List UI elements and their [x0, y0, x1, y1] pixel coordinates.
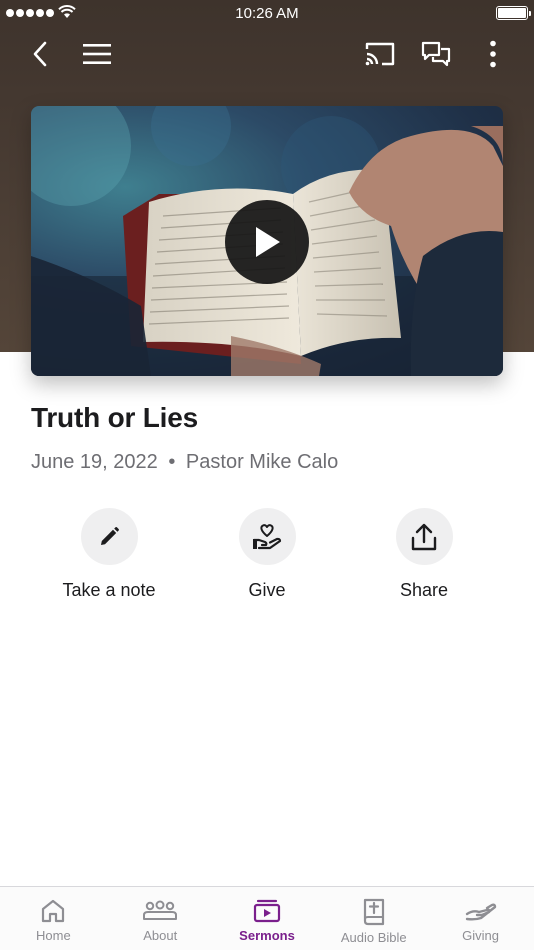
meta-separator: •: [168, 451, 176, 473]
sermon-meta: June 19, 2022 • Pastor Mike Calo: [31, 451, 338, 474]
tab-sermons[interactable]: Sermons: [214, 887, 321, 950]
tab-home[interactable]: Home: [0, 887, 107, 950]
more-vertical-icon: [490, 40, 496, 68]
status-bar: 10:26 AM: [0, 0, 534, 28]
people-icon: [143, 900, 178, 920]
tab-giving-label: Giving: [462, 928, 500, 943]
sermon-speaker: Pastor Mike Calo: [185, 451, 339, 473]
pencil-icon: [101, 526, 119, 545]
share-button[interactable]: Share: [349, 508, 499, 601]
bible-icon: [363, 898, 384, 926]
video-icon: [253, 899, 281, 923]
sermon-video[interactable]: [31, 106, 503, 376]
tab-bar: Home About Sermons Audio Bible Giving: [0, 886, 534, 950]
share-icon: [411, 523, 437, 550]
home-icon: [42, 899, 65, 923]
menu-button[interactable]: [80, 38, 114, 70]
chat-button[interactable]: [418, 38, 454, 70]
giving-hand-icon: [465, 903, 496, 921]
give-label: Give: [248, 580, 286, 600]
battery-icon: [496, 6, 531, 20]
heart-hand-icon: [252, 523, 282, 549]
tab-home-label: Home: [36, 928, 71, 943]
sermon-title: Truth or Lies: [31, 402, 198, 433]
give-button[interactable]: Give: [192, 508, 342, 601]
take-note-label: Take a note: [62, 580, 156, 600]
tab-audio-bible[interactable]: Audio Bible: [320, 887, 427, 950]
sermon-date: June 19, 2022: [31, 451, 158, 473]
tab-about[interactable]: About: [107, 887, 214, 950]
status-time: 10:26 AM: [235, 5, 299, 22]
tab-giving[interactable]: Giving: [427, 887, 534, 950]
chat-icon: [421, 41, 451, 67]
take-note-circle[interactable]: [80, 508, 138, 565]
tab-sermons-label: Sermons: [239, 928, 295, 943]
more-button[interactable]: [480, 38, 506, 70]
play-button[interactable]: [225, 200, 309, 284]
give-circle[interactable]: [238, 508, 296, 565]
tab-audio-bible-label: Audio Bible: [340, 930, 407, 945]
cast-icon: [365, 42, 395, 66]
share-circle[interactable]: [395, 508, 453, 565]
take-note-button[interactable]: Take a note: [34, 508, 184, 601]
hamburger-menu-icon: [83, 44, 111, 64]
cast-button[interactable]: [362, 38, 398, 70]
chevron-left-icon: [33, 41, 47, 67]
back-button[interactable]: [24, 38, 56, 70]
play-icon: [256, 227, 280, 257]
share-label: Share: [399, 580, 449, 600]
tab-about-label: About: [143, 928, 178, 943]
